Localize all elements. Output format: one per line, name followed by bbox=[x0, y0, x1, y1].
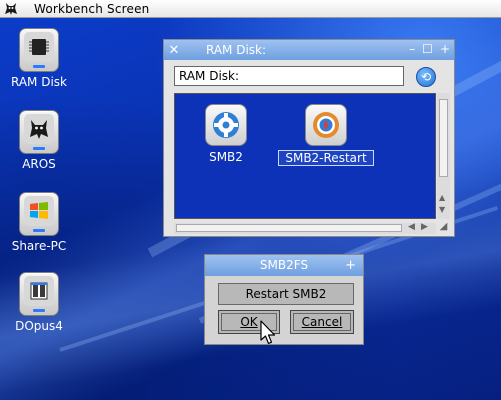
resize-handle-icon[interactable]: ◢ bbox=[437, 221, 450, 235]
scroll-down-icon[interactable]: ▼ bbox=[439, 205, 445, 214]
file-icon-smb2-restart[interactable]: SMB2-Restart bbox=[278, 104, 374, 166]
path-row: RAM Disk: ⟲ bbox=[174, 66, 446, 88]
compass-gear-icon bbox=[305, 104, 347, 146]
desktop-icon-share-pc[interactable]: Share-PC bbox=[8, 192, 70, 253]
scroll-left-icon[interactable]: ◀ bbox=[408, 222, 415, 232]
desktop-icon-label: AROS bbox=[22, 157, 56, 171]
mouse-pointer-icon bbox=[259, 320, 277, 346]
parent-dir-icon[interactable]: ⟲ bbox=[416, 67, 436, 87]
desktop-icon-label: DOpus4 bbox=[15, 319, 63, 333]
dopus-icon bbox=[19, 272, 59, 316]
file-icon-smb2[interactable]: SMB2 bbox=[201, 104, 251, 164]
dialog-title: SMB2FS bbox=[259, 258, 309, 272]
smb2fs-dialog[interactable]: SMB2FS + Restart SMB2 OK Cancel bbox=[204, 254, 364, 345]
desktop-icon-dopus4[interactable]: DOpus4 bbox=[8, 272, 70, 333]
scroll-thumb[interactable] bbox=[439, 99, 448, 177]
aros-logo-icon[interactable] bbox=[0, 0, 22, 18]
file-icon-label: SMB2-Restart bbox=[278, 150, 374, 166]
cancel-button[interactable]: Cancel bbox=[290, 310, 354, 334]
screen-title: Workbench Screen bbox=[34, 1, 150, 16]
window-title-bar[interactable]: ✕ RAM Disk: – ☐ + bbox=[164, 40, 454, 60]
desktop-icon-aros[interactable]: AROS bbox=[8, 110, 70, 171]
close-icon[interactable]: ✕ bbox=[164, 43, 184, 58]
drawer-contents[interactable]: SMB2 SMB2-Restart bbox=[174, 93, 436, 219]
file-icon-label: SMB2 bbox=[209, 150, 243, 164]
scroll-right-icon[interactable]: ▶ bbox=[421, 222, 428, 232]
window-title: RAM Disk: bbox=[206, 43, 267, 57]
scroll-thumb[interactable] bbox=[176, 224, 402, 232]
scroll-up-icon[interactable]: ▲ bbox=[439, 193, 445, 202]
horizontal-scrollbar[interactable]: ◀ ▶ bbox=[174, 222, 436, 234]
depth-icon[interactable]: + bbox=[345, 255, 356, 276]
path-field[interactable]: RAM Disk: bbox=[174, 66, 404, 86]
minimize-icon[interactable]: – bbox=[409, 42, 415, 56]
gear-icon bbox=[205, 104, 247, 146]
desktop-icon-label: Share-PC bbox=[11, 239, 67, 253]
ram-disk-window[interactable]: ✕ RAM Disk: – ☐ + RAM Disk: ⟲ SMB2 SMB2-… bbox=[163, 39, 455, 237]
desktop-icon-label: RAM Disk bbox=[10, 75, 67, 89]
screen-title-bar: Workbench Screen bbox=[0, 0, 501, 18]
depth-icon[interactable]: + bbox=[440, 42, 450, 56]
dialog-title-bar[interactable]: SMB2FS + bbox=[205, 255, 363, 276]
dialog-message: Restart SMB2 bbox=[218, 283, 354, 305]
windows-flag-icon bbox=[19, 192, 59, 236]
maximize-icon[interactable]: ☐ bbox=[422, 42, 433, 56]
desktop-icon-ram-disk[interactable]: RAM Disk bbox=[8, 28, 70, 89]
aros-cat-icon bbox=[19, 110, 59, 154]
ram-chip-icon bbox=[19, 28, 59, 72]
vertical-scrollbar[interactable]: ▲ ▼ bbox=[437, 93, 450, 219]
